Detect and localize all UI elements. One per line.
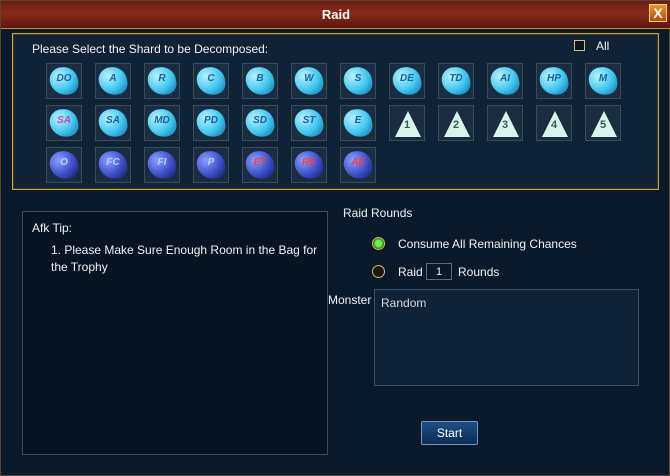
shard-slot[interactable]: B: [242, 63, 278, 99]
shard-label: FC: [106, 157, 120, 168]
shard-label: 3: [501, 119, 509, 131]
shard-slot[interactable]: MD: [144, 105, 180, 141]
select-all-label[interactable]: All: [596, 39, 609, 53]
shard-label: DE: [400, 73, 414, 84]
close-button[interactable]: X: [649, 4, 667, 22]
shard-slot[interactable]: M: [585, 63, 621, 99]
shard-label: E: [354, 115, 362, 126]
shard-label: DO: [56, 73, 72, 84]
shard-slot[interactable]: SD: [242, 105, 278, 141]
shard-label: C: [207, 73, 215, 84]
window-title: Raid: [321, 7, 351, 22]
shard-prompt: Please Select the Shard to be Decomposed…: [32, 42, 269, 56]
shard-slot[interactable]: A: [95, 63, 131, 99]
monster-box[interactable]: Random: [374, 289, 639, 386]
shard-label: ST: [302, 115, 316, 126]
shard-slot[interactable]: DO: [46, 63, 82, 99]
rounds-input[interactable]: 1: [426, 263, 452, 280]
shard-slot[interactable]: ET: [242, 147, 278, 183]
shard-slot[interactable]: W: [291, 63, 327, 99]
shard-slot[interactable]: PD: [193, 105, 229, 141]
shard-slot[interactable]: TD: [438, 63, 474, 99]
shard-label: P: [207, 157, 215, 168]
shard-label: FI: [157, 157, 167, 168]
shard-label: S: [354, 73, 362, 84]
shard-slot[interactable]: 4: [536, 105, 572, 141]
shard-slot[interactable]: FC: [95, 147, 131, 183]
shard-slot[interactable]: FI: [144, 147, 180, 183]
shard-label: M: [598, 73, 608, 84]
shard-slot[interactable]: P: [193, 147, 229, 183]
shard-label: SD: [253, 115, 267, 126]
shard-slot[interactable]: SA: [95, 105, 131, 141]
shard-label: 5: [599, 119, 607, 131]
shard-label: SA: [57, 115, 71, 126]
shard-label: HP: [547, 73, 561, 84]
shard-slot[interactable]: O: [46, 147, 82, 183]
shard-slot[interactable]: AE: [340, 147, 376, 183]
shard-slot[interactable]: AI: [487, 63, 523, 99]
title-bar[interactable]: Raid X: [1, 1, 670, 29]
shard-slot[interactable]: HP: [536, 63, 572, 99]
shard-slot[interactable]: SA: [46, 105, 82, 141]
shard-label: 1: [403, 119, 411, 131]
shard-label: 4: [550, 119, 558, 131]
shard-label: TD: [449, 73, 463, 84]
shard-label: AE: [351, 157, 365, 168]
raid-window: Raid X Please Select the Shard to be Dec…: [0, 0, 670, 476]
shard-slot[interactable]: 2: [438, 105, 474, 141]
shard-label: MD: [154, 115, 170, 126]
shard-label: ET: [253, 157, 267, 168]
afk-tip-text: 1. Please Make Sure Enough Room in the B…: [51, 243, 318, 274]
shard-selection-panel: Please Select the Shard to be Decomposed…: [12, 33, 659, 190]
shard-label: B: [256, 73, 264, 84]
monster-value: Random: [381, 296, 427, 310]
shard-label: R: [158, 73, 166, 84]
shard-label: AI: [500, 73, 510, 84]
shard-slot[interactable]: 5: [585, 105, 621, 141]
start-button[interactable]: Start: [421, 421, 478, 445]
shard-slot[interactable]: 1: [389, 105, 425, 141]
shard-label: RE: [302, 157, 316, 168]
rounds-suffix-label: Rounds: [458, 265, 500, 279]
consume-all-radio[interactable]: [372, 237, 385, 250]
raid-label[interactable]: Raid: [398, 265, 423, 279]
raid-rounds-radio[interactable]: [372, 265, 385, 278]
select-all-checkbox[interactable]: [574, 40, 585, 51]
shard-slot[interactable]: C: [193, 63, 229, 99]
shard-slot[interactable]: DE: [389, 63, 425, 99]
shard-label: 2: [452, 119, 460, 131]
shard-slot[interactable]: S: [340, 63, 376, 99]
shard-slot[interactable]: E: [340, 105, 376, 141]
monster-label: Monster: [328, 293, 372, 307]
afk-tip-title: Afk Tip:: [32, 221, 73, 235]
shard-slot[interactable]: 3: [487, 105, 523, 141]
shard-label: SA: [106, 115, 120, 126]
shard-label: PD: [204, 115, 218, 126]
raid-rounds-title: Raid Rounds: [343, 206, 413, 220]
shard-slot[interactable]: RE: [291, 147, 327, 183]
shard-slot[interactable]: R: [144, 63, 180, 99]
shard-slot[interactable]: ST: [291, 105, 327, 141]
shard-label: W: [304, 73, 314, 84]
shard-label: A: [109, 73, 117, 84]
shard-label: O: [60, 157, 68, 168]
afk-tip-panel: Afk Tip: 1. Please Make Sure Enough Room…: [22, 211, 328, 455]
consume-all-label[interactable]: Consume All Remaining Chances: [398, 237, 577, 251]
